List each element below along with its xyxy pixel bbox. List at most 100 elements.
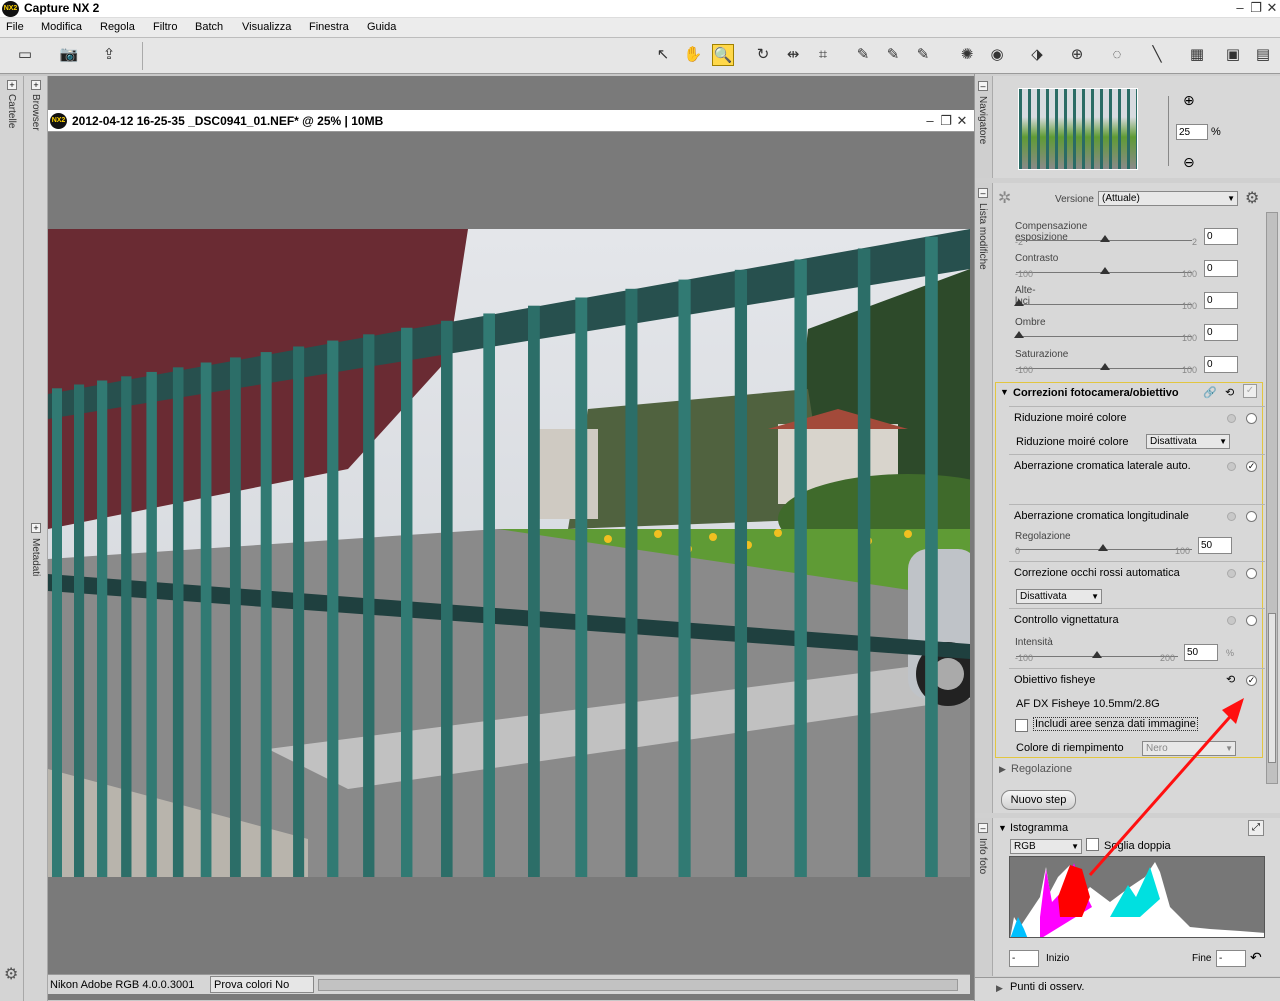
zoom-slider-track[interactable] [1168,96,1169,166]
tag-icon[interactable]: ⬗ [1026,44,1048,66]
doc-close-icon[interactable]: ✕ [954,113,970,129]
red-eye-reset-icon[interactable] [1227,569,1236,578]
metadata-label[interactable]: Metadati [30,538,41,576]
menu-finestra[interactable]: Finestra [309,21,349,33]
edit-list-label[interactable]: Lista modifiche [977,203,988,270]
fill-icon[interactable]: ▣ [1222,44,1244,66]
shadows-knob[interactable] [1014,331,1024,338]
gear-icon[interactable]: ⚙ [4,964,18,984]
menu-regola[interactable]: Regola [100,21,135,33]
expand-folders-icon[interactable]: + [7,80,17,90]
menu-guida[interactable]: Guida [367,21,396,33]
fisheye-reset-icon[interactable]: ⟲ [1226,673,1235,686]
workspace-icon[interactable]: ▭ [14,44,36,66]
intensity-input[interactable] [1184,644,1218,661]
zoom-out-icon[interactable]: ⊖ [1183,154,1195,171]
highlights-knob[interactable] [1014,299,1024,306]
lasso-icon[interactable]: ◌ [1106,44,1128,66]
soft-proof-dropdown[interactable]: Prova colori No [210,976,314,993]
horizontal-scrollbar[interactable] [318,979,958,991]
link-icon[interactable]: 🔗 [1203,386,1217,399]
expand-metadata-icon[interactable]: + [31,523,41,533]
crop-icon[interactable]: ⌗ [812,44,834,66]
collapse-info-icon[interactable]: – [978,823,988,833]
moire-dropdown[interactable]: Disattivata [1146,434,1230,449]
folders-label[interactable]: Cartelle [6,94,17,128]
red-eye-icon[interactable]: ✺ [956,44,978,66]
camera-icon[interactable]: 📷 [58,44,80,66]
exposure-input[interactable] [1204,228,1238,245]
doc-restore-icon[interactable]: ❐ [938,113,954,129]
contrast-input[interactable] [1204,260,1238,277]
saturation-knob[interactable] [1100,363,1110,370]
expand-regolazione-icon[interactable]: ▶ [999,764,1006,775]
fisheye-enable-radio[interactable]: ✓ [1246,675,1257,686]
gradient-icon[interactable]: ▦ [1186,44,1208,66]
lateral-ca-reset-icon[interactable] [1227,462,1236,471]
contrast-knob[interactable] [1100,267,1110,274]
camera-corrections-title[interactable]: Correzioni fotocamera/obiettivo [1013,387,1179,399]
settings-gear-icon[interactable]: ⚙ [1245,188,1259,208]
arrow-icon[interactable]: ↖ [652,44,674,66]
longitudinal-ca-reset-icon[interactable] [1227,512,1236,521]
intensity-knob[interactable] [1092,651,1102,658]
longitudinal-ca-enable-radio[interactable] [1246,511,1257,522]
white-point-icon[interactable]: ✎ [912,44,934,66]
shadows-slider[interactable] [1016,336,1192,337]
output-icon[interactable]: ⇪ [98,44,120,66]
zoom-icon[interactable]: 🔍 [712,44,734,66]
collapse-section-icon[interactable]: ▼ [1000,387,1009,397]
navigator-label[interactable]: Navigatore [977,96,988,144]
collapse-histogram-icon[interactable]: ▼ [998,823,1007,833]
control-point-icon[interactable]: ⊕ [1066,44,1088,66]
black-point-icon[interactable]: ✎ [852,44,874,66]
doc-minimize-icon[interactable]: – [922,113,938,129]
restore-icon[interactable]: ❐ [1248,0,1264,16]
include-areas-checkbox[interactable] [1015,719,1028,732]
regolazione-knob[interactable] [1098,544,1108,551]
red-eye-enable-radio[interactable] [1246,568,1257,579]
edit-list-scrollbar[interactable] [1266,212,1278,784]
brush-icon[interactable]: ╲ [1146,44,1168,66]
straighten-icon[interactable]: ⇹ [782,44,804,66]
scrollbar-thumb[interactable] [1268,613,1276,763]
menu-file[interactable]: File [6,21,24,33]
neutral-point-icon[interactable]: ✎ [882,44,904,66]
menu-visualizza[interactable]: Visualizza [242,21,291,33]
collapse-navigator-icon[interactable]: – [978,81,988,91]
red-eye-dropdown[interactable]: Disattivata [1016,589,1102,604]
browser-label[interactable]: Browser [30,94,41,131]
version-dropdown[interactable]: (Attuale) [1098,191,1238,206]
moire-enable-radio[interactable] [1246,413,1257,424]
menu-filtro[interactable]: Filtro [153,21,177,33]
highlights-slider[interactable] [1016,304,1192,305]
zoom-input[interactable] [1176,124,1208,140]
regolazione-input[interactable] [1198,537,1232,554]
selection-icon[interactable]: ▤ [1252,44,1274,66]
vignette-enable-radio[interactable] [1246,615,1257,626]
photo-info-label[interactable]: Info foto [977,838,988,874]
histogram-reset-icon[interactable]: ↶ [1250,949,1262,966]
menu-modifica[interactable]: Modifica [41,21,82,33]
eye-icon[interactable]: ◉ [986,44,1008,66]
zoom-in-icon[interactable]: ⊕ [1183,92,1195,109]
expand-browser-icon[interactable]: + [31,80,41,90]
menu-batch[interactable]: Batch [195,21,223,33]
close-icon[interactable]: ✕ [1264,0,1280,16]
collapse-edit-list-icon[interactable]: – [978,188,988,198]
highlights-input[interactable] [1204,292,1238,309]
navigator-thumbnail[interactable] [1018,88,1138,170]
vignette-reset-icon[interactable] [1227,616,1236,625]
start-input[interactable] [1009,950,1039,967]
rotate-icon[interactable]: ↻ [752,44,774,66]
shadows-input[interactable] [1204,324,1238,341]
section-enable-checkbox[interactable]: ✓ [1243,384,1257,398]
saturation-input[interactable] [1204,356,1238,373]
expand-watch-points-icon[interactable]: ▶ [996,983,1003,994]
minimize-icon[interactable]: – [1232,0,1248,16]
moire-reset-icon[interactable] [1227,414,1236,423]
photo-canvas[interactable] [48,229,970,877]
end-input[interactable] [1216,950,1246,967]
hand-icon[interactable]: ✋ [682,44,704,66]
lateral-ca-enable-radio[interactable]: ✓ [1246,461,1257,472]
